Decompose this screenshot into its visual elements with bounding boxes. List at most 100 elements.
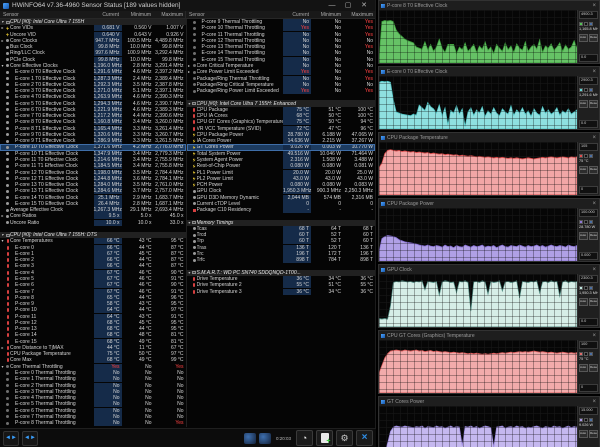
close-icon[interactable]: × [592,3,597,9]
columns-decrease-button[interactable]: ◄► [3,431,19,446]
close-icon[interactable]: × [592,399,597,405]
auto-fit-button[interactable]: Auto Fit [579,430,588,438]
settings-button[interactable]: ⚙ [336,430,353,446]
scale-max-field[interactable]: 100 [579,341,598,349]
maximum-value: 25.0 W [343,170,375,176]
maximize-button[interactable]: ▢ [340,0,356,11]
auto-fit-button[interactable]: Auto Fit [579,364,588,372]
remote-monitor-icon[interactable] [244,433,256,444]
remote-sync-icon[interactable] [259,433,271,444]
close-icon[interactable]: × [592,333,597,339]
grid-color-swatch[interactable] [589,22,593,26]
series-color-swatch[interactable] [579,286,583,290]
series-color-swatch[interactable] [579,22,583,26]
reset-button[interactable]: Reset [589,364,598,372]
graph-title-bar[interactable]: GT Cores Power× [379,397,599,406]
scale-min-field[interactable]: 0 [579,186,598,194]
maximum-value: 2,776.0 MHz [154,144,186,150]
series-color-swatch[interactable] [579,418,583,422]
minimum-value: 49 °C [122,357,154,363]
auto-fit-button[interactable]: Auto Fit [579,298,588,306]
scale-min-field[interactable]: 0.000 [579,252,598,260]
logging-button[interactable] [316,430,333,446]
header-current[interactable]: Current [283,12,311,18]
minimum-value: 5.0 x [122,213,154,219]
header-maximum[interactable]: Maximum [343,12,375,18]
sensor-label: PL1 Power Limit [197,170,284,176]
header-minimum[interactable]: Minimum [311,12,343,18]
series-color-swatch[interactable] [579,88,583,92]
minimize-button[interactable]: — [324,0,340,11]
grid-color-swatch[interactable] [589,88,593,92]
current-value: 60 T [283,232,311,238]
series-color-swatch[interactable] [579,220,583,224]
close-icon[interactable]: × [592,267,597,273]
scale-max-field[interactable]: 4900.3 [579,11,598,19]
sensor-row[interactable]: Drive Temperature 336 °C34 °C36 °C [187,288,376,294]
sensor-label: VR VCC Temperature (SVID) [197,126,284,132]
title-bar[interactable]: HWiNFO64 v7.36-4960 Sensor Status [189 v… [0,0,375,11]
hwinfo-app-icon [381,400,385,404]
maximum-value: 2,784.1 MHz [154,176,186,182]
sensor-row[interactable]: P-core 8 Thermal ThrottlingNoNoYes [0,420,186,426]
scale-max-field[interactable]: 15.000 [579,407,598,415]
maximum-value: 55 °C [343,282,375,288]
close-icon[interactable]: × [592,201,597,207]
background-color-swatch[interactable] [584,88,588,92]
auto-fit-button[interactable]: Auto Fit [579,34,588,42]
grid-color-swatch[interactable] [589,286,593,290]
graph-title-bar[interactable]: CPU Package Temperature× [379,133,599,142]
reset-button[interactable]: Reset [589,430,598,438]
graph-title-bar[interactable]: P-core 8 T0 Effective Clock× [379,1,599,10]
scale-min-field[interactable]: 0.0 [579,318,598,326]
close-icon[interactable]: × [592,135,597,141]
background-color-swatch[interactable] [584,418,588,422]
sensor-label: P-core 8 Thermal Throttling [10,420,94,426]
header-maximum[interactable]: Maximum [153,12,185,18]
minimum-value: 44 °C [122,257,154,263]
graph-title-bar[interactable]: E-core 0 T0 Effective Clock× [379,67,599,76]
header-minimum[interactable]: Minimum [121,12,153,18]
close-icon[interactable]: × [592,69,597,75]
background-color-swatch[interactable] [584,220,588,224]
reset-button[interactable]: Reset [589,34,598,42]
background-color-swatch[interactable] [584,22,588,26]
sensor-label: Core Temperatures [10,238,94,244]
background-color-swatch[interactable] [584,154,588,158]
scale-max-field[interactable]: 2300.3 [579,275,598,283]
close-button[interactable]: ✕ [356,0,372,11]
auto-fit-button[interactable]: Auto Fit [579,166,588,174]
auto-fit-button[interactable]: Auto Fit [579,232,588,240]
scale-max-field[interactable]: 105 [579,143,598,151]
reset-button[interactable]: Reset [589,298,598,306]
columns-increase-button[interactable]: ◄► [22,431,38,446]
header-sensor[interactable]: Sensor [0,12,93,18]
series-color-swatch[interactable] [579,154,583,158]
sensor-label: Total System Power [197,151,284,157]
grid-color-swatch[interactable] [589,352,593,356]
sensor-label: Drive Temperature [197,276,284,282]
header-current[interactable]: Current [93,12,121,18]
reset-button[interactable]: Reset [589,232,598,240]
scale-min-field[interactable]: 0.0 [579,120,598,128]
auto-fit-button[interactable]: Auto Fit [579,100,588,108]
graph-title-bar[interactable]: CPU GT Cores (Graphics) Temperature× [379,331,599,340]
scale-max-field[interactable]: 2900.3 [579,77,598,85]
header-sensor[interactable]: Sensor [186,12,283,18]
reset-clock-button[interactable]: ◔ [296,430,313,446]
grid-color-swatch[interactable] [589,418,593,422]
scale-min-field[interactable]: 0 [579,384,598,392]
maximum-value: 97 °C [154,351,186,357]
background-color-swatch[interactable] [584,286,588,290]
series-color-swatch[interactable] [579,352,583,356]
graph-title-bar[interactable]: CPU Package Power× [379,199,599,208]
graph-title-bar[interactable]: GPU Clock× [379,265,599,274]
grid-color-swatch[interactable] [589,154,593,158]
reset-button[interactable]: Reset [589,100,598,108]
scale-max-field[interactable]: 100.000 [579,209,598,217]
close-sensors-button[interactable]: × [356,430,373,446]
reset-button[interactable]: Reset [589,166,598,174]
grid-color-swatch[interactable] [589,220,593,224]
scale-min-field[interactable]: 0.0 [579,54,598,62]
background-color-swatch[interactable] [584,352,588,356]
